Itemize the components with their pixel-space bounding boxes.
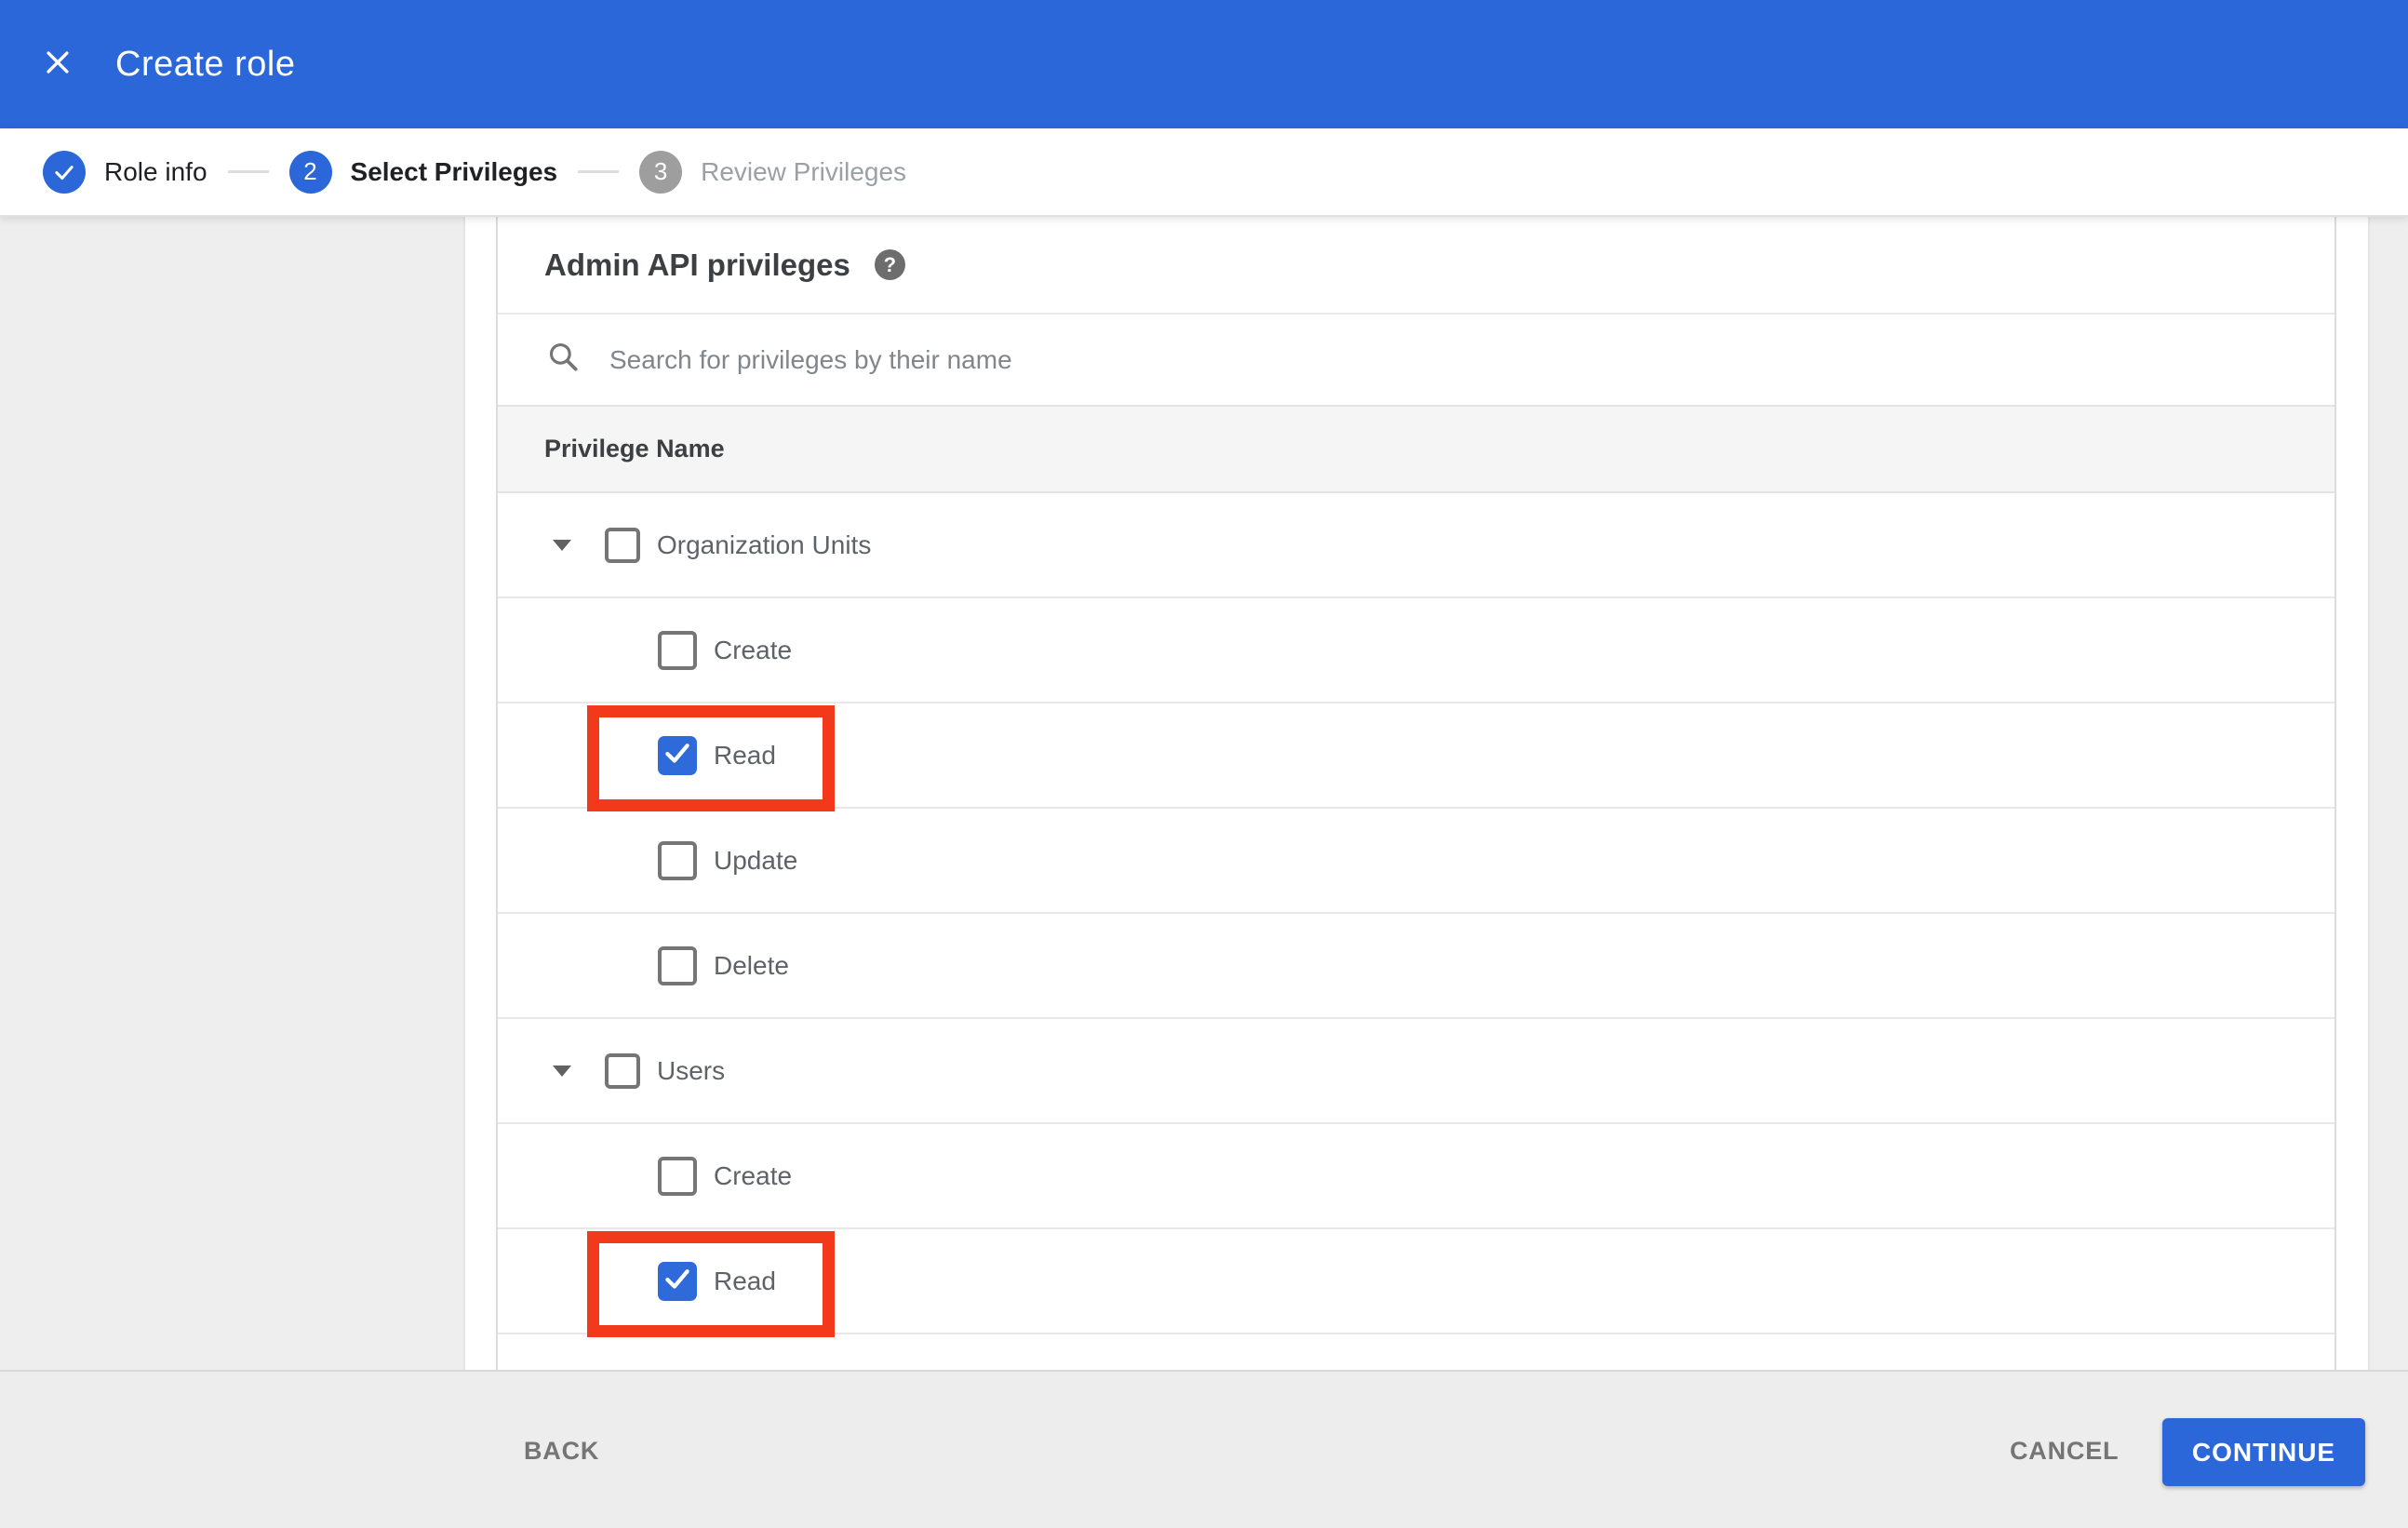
privilege-row-users-create: Create bbox=[498, 1124, 2334, 1229]
table-header: Privilege Name bbox=[498, 405, 2334, 493]
checkbox-users[interactable] bbox=[605, 1052, 640, 1089]
checkbox-ou-read[interactable] bbox=[658, 735, 697, 775]
collapse-arrow-icon[interactable] bbox=[553, 539, 571, 551]
close-icon bbox=[42, 47, 74, 83]
privilege-row-users: Users bbox=[498, 1019, 2334, 1124]
privilege-label: Create bbox=[714, 1160, 793, 1190]
step-label: Role info bbox=[104, 156, 207, 186]
checkbox-ou-delete[interactable] bbox=[658, 945, 697, 985]
step-label: Review Privileges bbox=[701, 156, 907, 186]
privilege-row-ou-update: Update bbox=[498, 809, 2334, 914]
column-header-privilege-name: Privilege Name bbox=[544, 435, 725, 462]
step-connector bbox=[578, 170, 620, 173]
checkbox-ou-create[interactable] bbox=[658, 630, 697, 670]
back-button[interactable]: BACK bbox=[524, 1372, 599, 1528]
section-title: Admin API privileges bbox=[544, 247, 850, 282]
app-bar: Create role bbox=[0, 0, 2408, 128]
privilege-row-organization-units: Organization Units bbox=[498, 493, 2334, 598]
step-role-info[interactable]: Role info bbox=[43, 150, 207, 194]
checkbox-organization-units[interactable] bbox=[605, 527, 640, 563]
collapse-arrow-icon[interactable] bbox=[553, 1065, 571, 1077]
privilege-search-input[interactable] bbox=[609, 344, 1912, 375]
privilege-label: Delete bbox=[714, 950, 789, 980]
dialog-title: Create role bbox=[115, 44, 296, 84]
privilege-search-row bbox=[498, 313, 2334, 405]
step-review-privileges[interactable]: 3 Review Privileges bbox=[639, 150, 907, 194]
privilege-label: Read bbox=[714, 740, 776, 770]
step-done-check-icon bbox=[43, 150, 86, 194]
checkbox-users-read[interactable] bbox=[658, 1261, 697, 1301]
footer-action-bar: BACK CANCEL CONTINUE bbox=[0, 1370, 2408, 1528]
privileges-panel: Admin API privileges ? Privilege Name Or… bbox=[496, 217, 2336, 1370]
create-role-dialog: Create role Role info 2 Select Privilege… bbox=[0, 0, 2408, 1528]
search-icon bbox=[546, 340, 582, 380]
privilege-row-ou-create: Create bbox=[498, 598, 2334, 704]
step-label: Select Privileges bbox=[350, 156, 558, 186]
step-number-badge: 3 bbox=[639, 150, 683, 194]
checkbox-ou-update[interactable] bbox=[658, 840, 697, 880]
panel-heading: Admin API privileges ? bbox=[498, 217, 2334, 313]
step-number-badge: 2 bbox=[288, 150, 332, 194]
checkmark-icon bbox=[662, 1263, 693, 1299]
privilege-row-ou-read: Read bbox=[498, 704, 2334, 809]
privilege-label: Users bbox=[657, 1055, 726, 1085]
right-gutter bbox=[2368, 217, 2408, 1528]
checkbox-users-create[interactable] bbox=[658, 1156, 697, 1196]
step-connector bbox=[227, 170, 269, 173]
checkmark-icon bbox=[662, 737, 693, 773]
privilege-row-ou-delete: Delete bbox=[498, 914, 2334, 1019]
stepper: Role info 2 Select Privileges 3 Review P… bbox=[0, 128, 2408, 217]
help-icon[interactable]: ? bbox=[874, 249, 905, 280]
privilege-label: Organization Units bbox=[657, 529, 872, 559]
step-select-privileges[interactable]: 2 Select Privileges bbox=[288, 150, 558, 194]
privilege-label: Create bbox=[714, 635, 793, 664]
left-gutter bbox=[0, 217, 465, 1528]
privilege-row-users-read: Read bbox=[498, 1229, 2334, 1334]
continue-button[interactable]: CONTINUE bbox=[2162, 1418, 2365, 1486]
close-button[interactable] bbox=[30, 36, 86, 92]
privilege-label: Update bbox=[714, 845, 798, 875]
privilege-label: Read bbox=[714, 1266, 776, 1295]
cancel-button[interactable]: CANCEL bbox=[2010, 1372, 2119, 1528]
